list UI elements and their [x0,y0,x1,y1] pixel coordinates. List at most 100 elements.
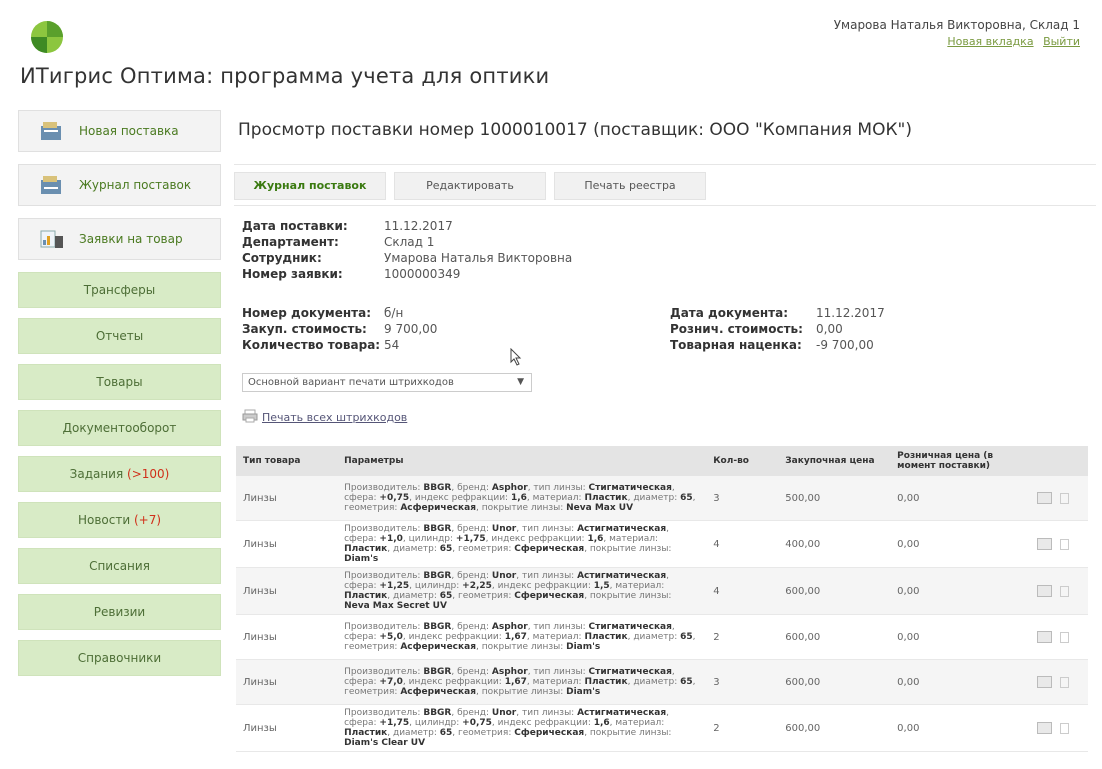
tab-bar: Журнал поставок Редактировать Печать рее… [234,164,1096,206]
print-all-barcodes-link[interactable]: Печать всех штрихкодов [262,411,407,424]
cell-actions [1030,659,1088,705]
sidebar-item-label: Трансферы [83,283,156,297]
param-label: , покрытие линзы: [584,728,672,738]
param-label: , покрытие линзы: [475,642,567,652]
param-value: Пластик [584,632,628,642]
tab-delivery-log[interactable]: Журнал поставок [234,172,386,200]
sidebar-item-label: Задания [69,467,124,481]
param-value: Астигматическая [577,708,667,718]
param-label: , бренд: [451,667,492,677]
param-value: +1,25 [379,581,410,591]
cell-purchase-price: 400,00 [778,520,891,568]
delete-icon[interactable] [1060,631,1070,643]
param-value: +5,0 [379,632,403,642]
delete-icon[interactable] [1060,492,1070,504]
print-barcode-icon[interactable] [1037,631,1053,643]
delete-icon[interactable] [1060,676,1070,688]
param-value: +7,0 [379,677,403,687]
param-value: 65 [680,632,693,642]
sidebar-item-product-requests[interactable]: Заявки на товар [18,218,221,260]
sidebar-item-transfers[interactable]: Трансферы [18,272,221,308]
sidebar-item-label: Списания [89,559,150,573]
sidebar: Новая поставка Журнал поставок Заявки на… [18,110,221,686]
cell-type: Линзы [236,567,338,615]
detail-value: 0,00 [816,322,843,336]
sidebar-item-label: Документооборот [62,421,177,435]
param-value: Unor [491,524,517,534]
param-label: , материал: [526,632,585,642]
sidebar-item-tasks[interactable]: Задания (>100) [18,456,221,492]
print-barcode-icon[interactable] [1037,722,1053,734]
param-value: Diam's Clear UV [344,738,426,748]
table-row: Линзы Производитель: BBGR, бренд: Asphor,… [236,476,1088,521]
param-value: Пластик [584,493,628,503]
tasks-badge: (>100) [127,467,170,481]
param-label: , материал: [609,718,665,728]
param-value: BBGR [423,622,452,632]
print-barcode-icon[interactable] [1037,676,1053,688]
param-value: Стигматическая [588,483,672,493]
barcode-print-select[interactable]: Основной вариант печати штрихкодов ▼ [242,373,532,392]
delete-icon[interactable] [1060,538,1070,550]
cell-purchase-price: 600,00 [778,614,891,660]
cell-params: Производитель: BBGR, бренд: Unor, тип ли… [337,567,707,615]
document-details-left: Номер документа: б/н Закуп. стоимость: 9 7… [242,306,437,354]
sidebar-item-document-flow[interactable]: Документооборот [18,410,221,446]
tab-edit[interactable]: Редактировать [394,172,546,200]
delete-icon[interactable] [1060,722,1070,734]
param-value: 65 [439,544,453,554]
table-row: Линзы Производитель: BBGR, бренд: Unor, т… [236,520,1088,568]
sidebar-item-products[interactable]: Товары [18,364,221,400]
param-label: , индекс рефракции: [491,718,594,728]
param-value: Diam's [344,554,379,564]
cell-qty: 4 [706,520,779,568]
param-label: Производитель: [344,622,424,632]
sidebar-item-label: Журнал поставок [79,178,192,192]
cell-actions [1030,476,1088,521]
sidebar-item-directories[interactable]: Справочники [18,640,221,676]
param-label: , цилиндр: [409,581,463,591]
sidebar-item-write-offs[interactable]: Списания [18,548,221,584]
param-value: Стигматическая [588,667,672,677]
param-label: Производитель: [344,708,424,718]
param-value: Асферическая [400,687,476,697]
cell-qty: 3 [706,659,779,705]
sidebar-item-news[interactable]: Новости (+7) [18,502,221,538]
param-label: , цилиндр: [409,718,463,728]
sidebar-item-reports[interactable]: Отчеты [18,318,221,354]
print-barcode-icon[interactable] [1037,538,1053,550]
print-barcode-icon[interactable] [1037,492,1053,504]
param-value: Neva Max UV [566,503,634,513]
param-value: Асферическая [400,503,476,513]
cell-type: Линзы [236,520,338,568]
print-all-barcodes[interactable]: Печать всех штрихкодов [242,409,407,426]
param-value: Пластик [584,677,628,687]
column-header: Кол-во [706,446,779,476]
param-value: BBGR [423,483,452,493]
sidebar-item-audits[interactable]: Ревизии [18,594,221,630]
param-value: +0,75 [462,718,492,728]
cell-actions [1030,567,1088,615]
param-value: BBGR [423,708,452,718]
cell-purchase-price: 600,00 [778,659,891,705]
logout-link[interactable]: Выйти [1043,35,1080,48]
detail-value: Умарова Наталья Викторовна [384,251,573,265]
print-barcode-icon[interactable] [1037,585,1053,597]
tab-print-registry[interactable]: Печать реестра [554,172,706,200]
delete-icon[interactable] [1060,585,1070,597]
param-label: Производитель: [344,571,424,581]
new-tab-link[interactable]: Новая вкладка [947,35,1033,48]
cell-params: Производитель: BBGR, бренд: Asphor, тип … [337,614,707,660]
param-label: , покрытие линзы: [475,503,567,513]
param-value: Пластик [344,544,388,554]
column-header: Розничная цена (в момент поставки) [890,446,1031,476]
param-value: Астигматическая [577,571,667,581]
detail-key: Дата поставки: [242,219,348,233]
detail-key: Дата документа: [670,306,789,320]
detail-value: Склад 1 [384,235,435,249]
table-row: Линзы Производитель: BBGR, бренд: Asphor,… [236,614,1088,660]
sidebar-item-new-delivery[interactable]: Новая поставка [18,110,221,152]
param-value: BBGR [423,571,452,581]
sidebar-item-delivery-log[interactable]: Журнал поставок [18,164,221,206]
sidebar-item-label: Новая поставка [79,124,179,138]
